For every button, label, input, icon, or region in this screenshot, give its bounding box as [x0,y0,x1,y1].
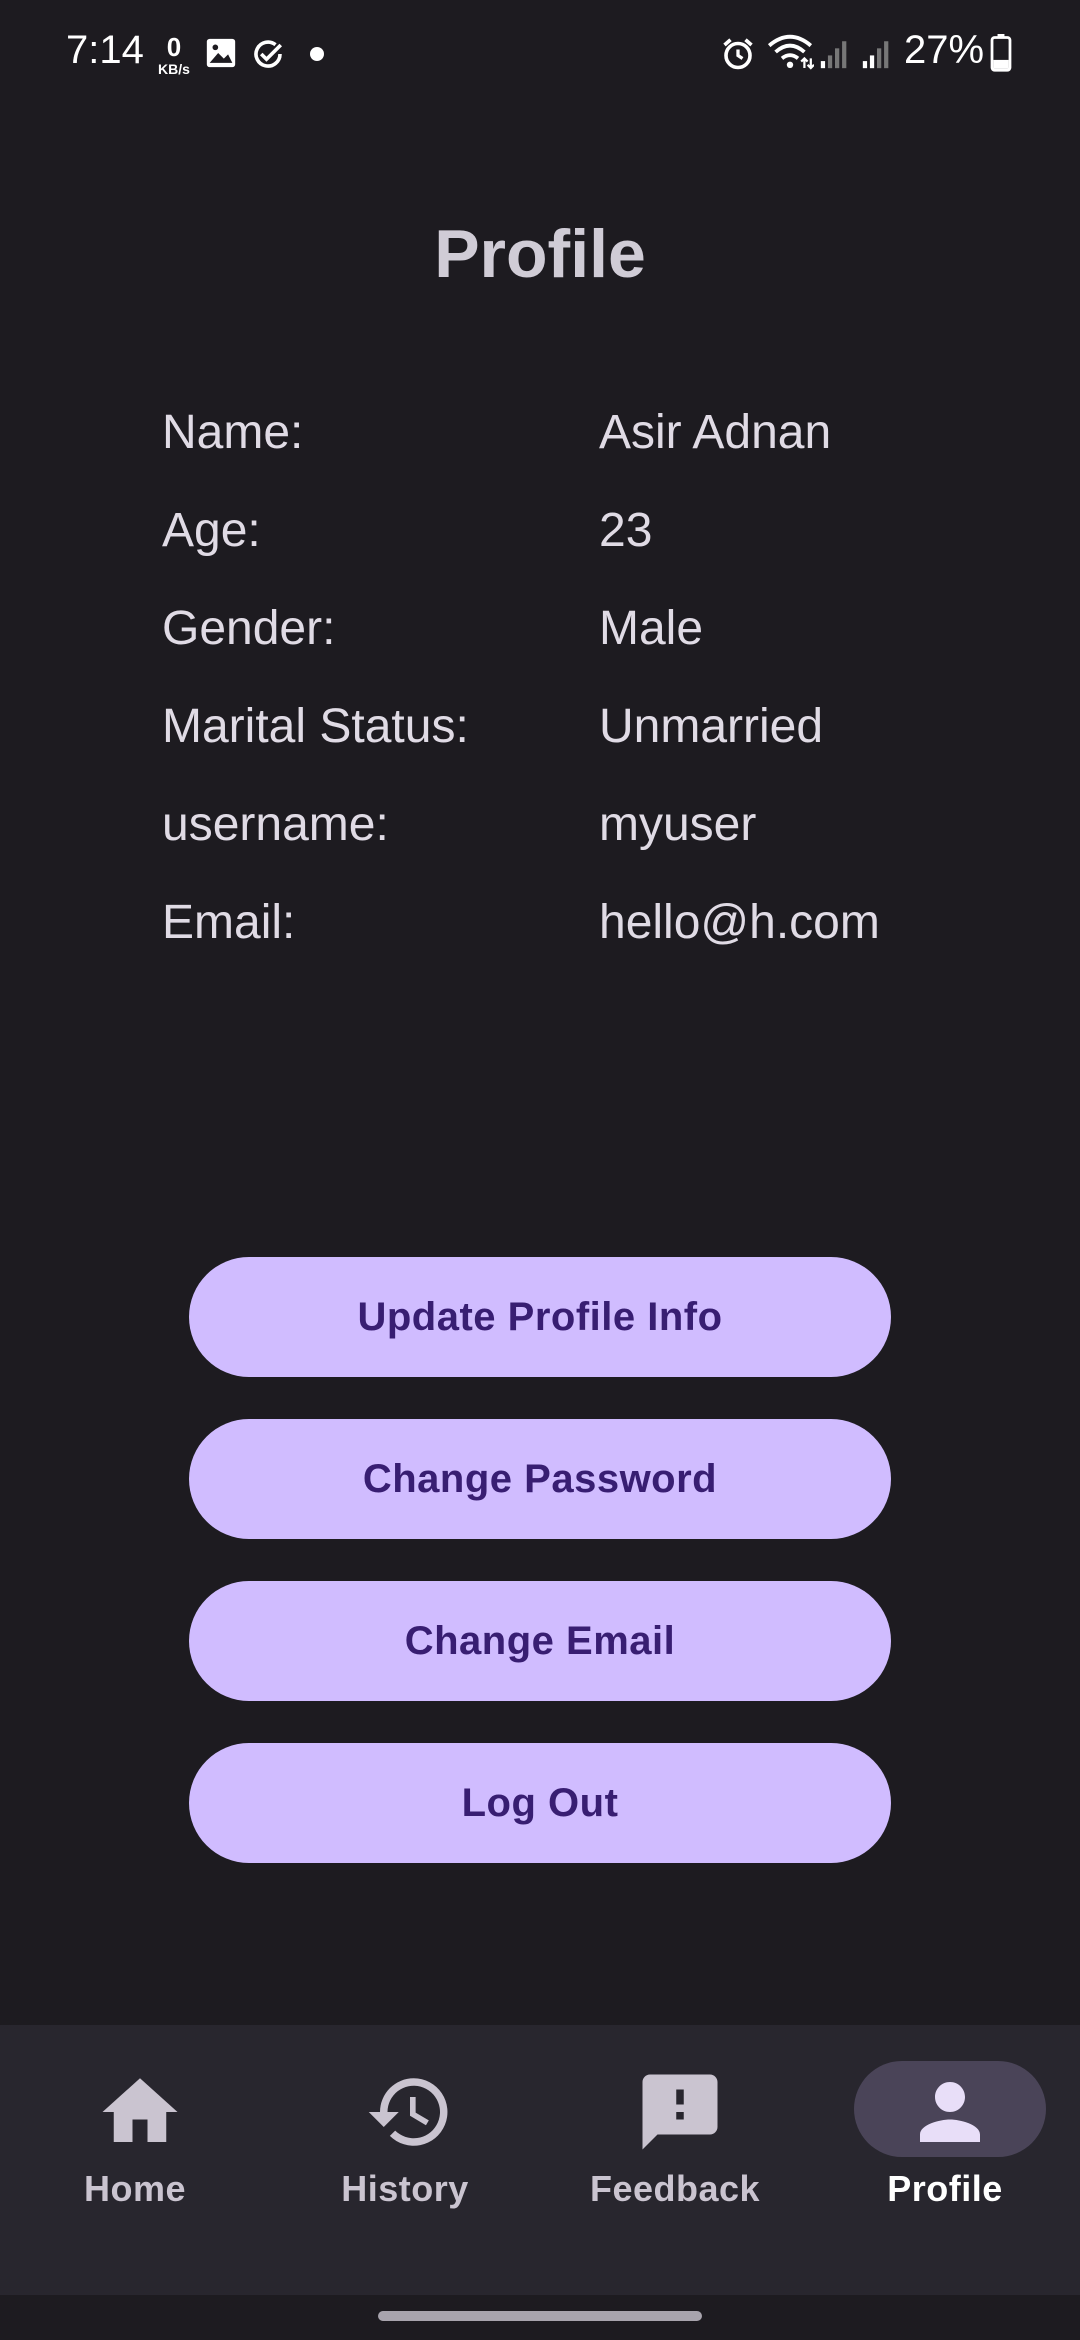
profile-row-email: Email: hello@h.com [162,895,962,993]
profile-row-name: Name: Asir Adnan [162,405,962,503]
log-out-button[interactable]: Log Out [189,1743,891,1863]
network-speed-value: 0 [166,32,182,62]
feedback-icon [642,2074,718,2150]
bottom-navigation: Home History Feedback Profile [0,2025,1080,2295]
nav-profile-label: Profile [887,2168,1003,2209]
name-value: Asir Adnan [599,406,832,459]
profile-row-username: username: myuser [162,797,962,895]
battery-icon [990,34,1012,72]
status-bar: 7:14 0 KB/s 27% [0,0,1080,110]
home-indicator[interactable] [378,2311,702,2321]
gender-value: Male [599,602,704,655]
profile-info-list: Name: Asir Adnan Age: 23 Gender: Male Ma… [162,405,962,993]
signal-icon [862,41,889,69]
nav-profile[interactable]: Profile [810,2025,1080,2295]
nav-feedback[interactable]: Feedback [540,2025,810,2295]
status-time: 7:14 [66,28,144,72]
email-label: Email: [162,896,296,949]
username-value: myuser [599,798,757,851]
nav-history-label: History [341,2168,469,2209]
marital-status-value: Unmarried [599,700,824,753]
username-label: username: [162,798,389,851]
dot-icon [310,47,324,61]
update-profile-button[interactable]: Update Profile Info [189,1257,891,1377]
check-circle-icon [254,40,283,68]
age-label: Age: [162,504,261,557]
person-icon [920,2082,980,2142]
network-speed-unit: KB/s [158,61,190,77]
change-email-button[interactable]: Change Email [189,1581,891,1701]
page-title: Profile [434,216,646,292]
email-value: hello@h.com [599,896,880,949]
battery-percent: 27% [904,28,985,72]
nav-home-label: Home [83,2168,187,2209]
profile-row-age: Age: 23 [162,503,962,601]
marital-status-label: Marital Status: [162,700,469,753]
wifi-icon [767,34,814,70]
image-icon [206,38,236,68]
change-password-button[interactable]: Change Password [189,1419,891,1539]
gender-label: Gender: [162,602,336,655]
profile-row-gender: Gender: Male [162,601,962,699]
profile-row-marital-status: Marital Status: Unmarried [162,699,962,797]
age-value: 23 [599,504,653,557]
nav-home[interactable]: Home [0,2025,270,2295]
alarm-icon [723,38,753,70]
nav-feedback-label: Feedback [589,2168,761,2209]
network-speed: 0 KB/s [152,34,196,76]
history-icon [368,2078,448,2146]
nav-history[interactable]: History [270,2025,540,2295]
name-label: Name: [162,406,304,459]
home-icon [102,2078,178,2142]
signal-icon [820,41,847,69]
